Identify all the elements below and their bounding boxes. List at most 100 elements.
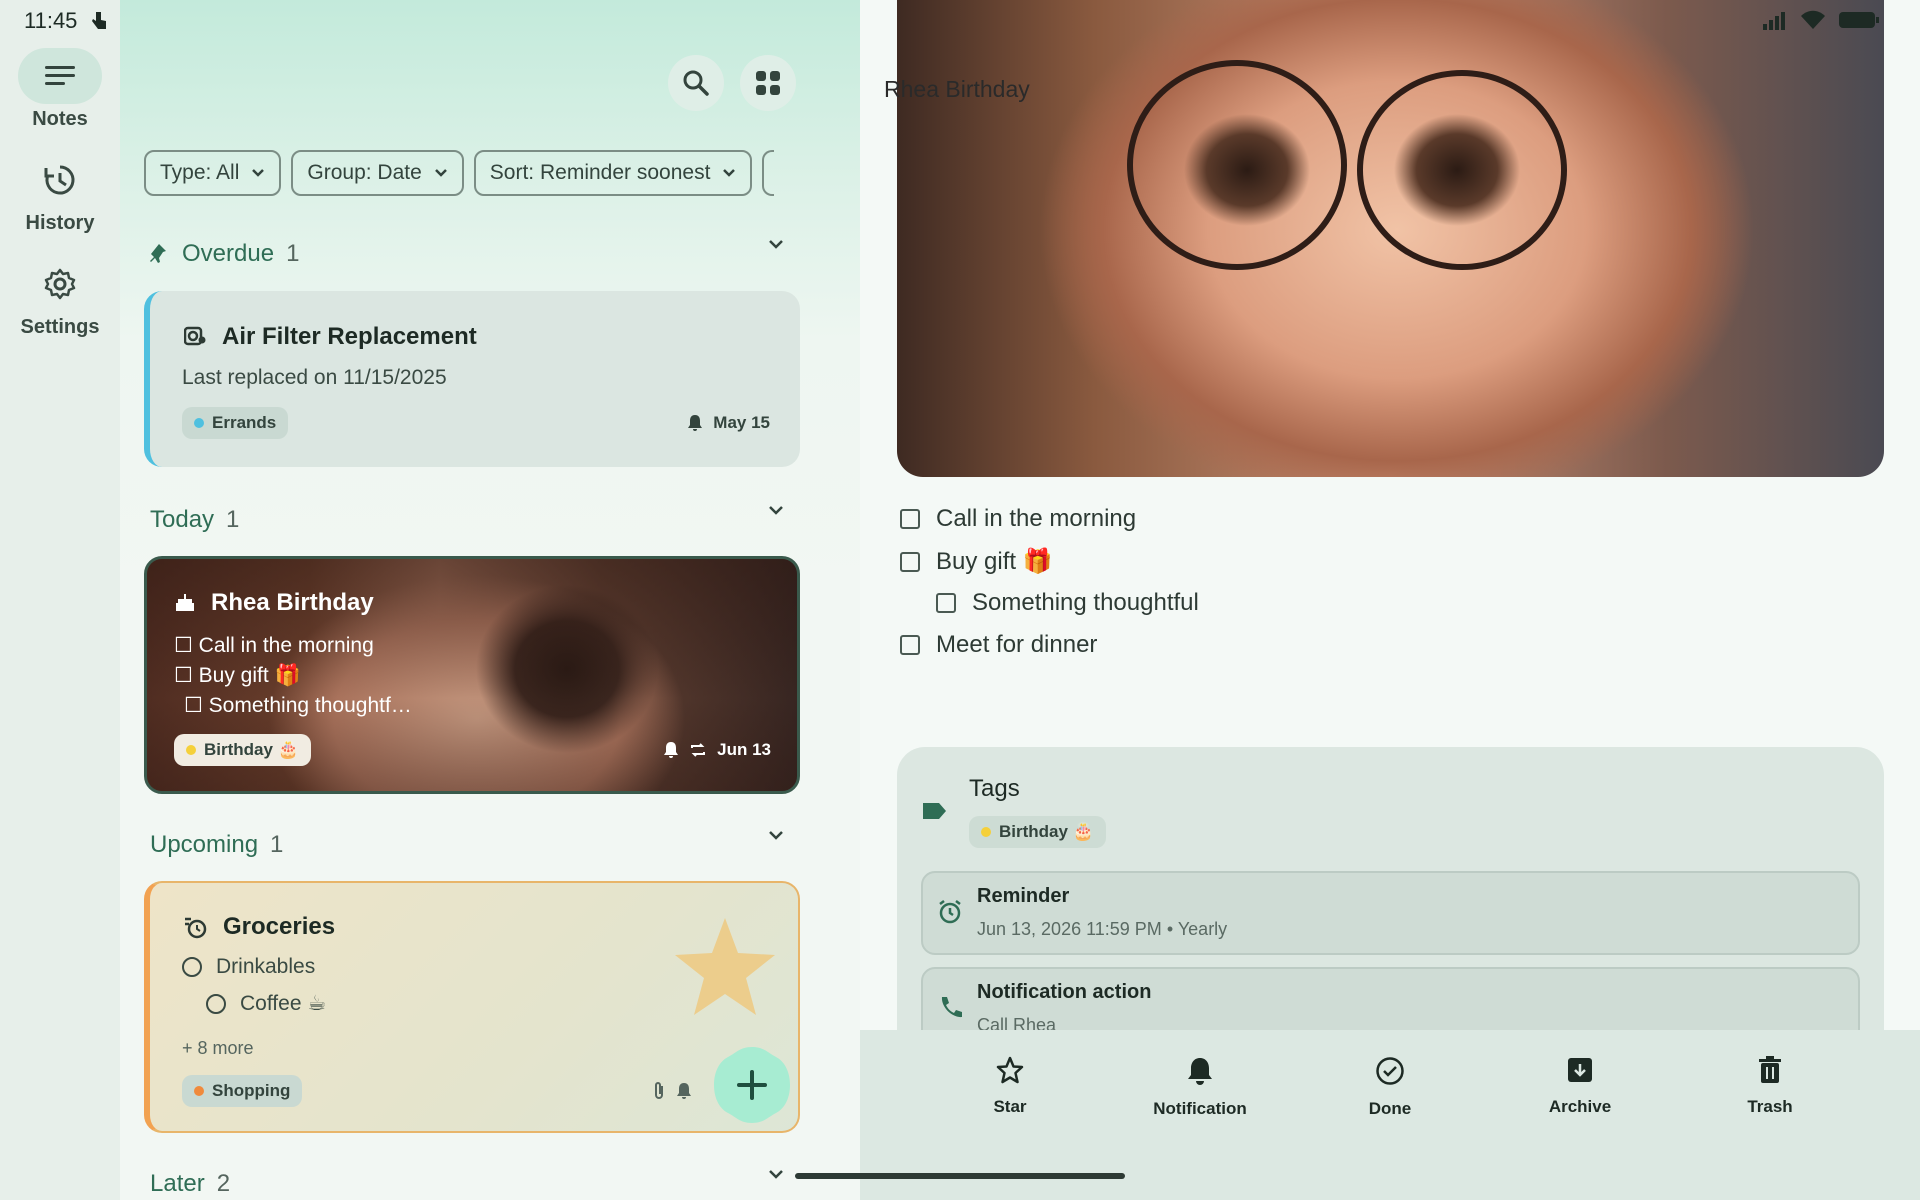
chevron-down-icon [769,240,783,249]
plus-icon [714,1047,790,1123]
card-title: Groceries [223,913,336,940]
section-count-today: 1 [226,506,240,533]
checkbox[interactable] [900,551,920,572]
card-reminder-meta: May 15 [687,413,770,433]
reminder-date: May 15 [713,413,770,432]
section-count-upcoming: 1 [270,831,284,858]
status-icons [1762,10,1880,30]
section-header-later[interactable]: Later 2 [150,1164,790,1200]
gear-icon [18,256,102,312]
nav-item-notes[interactable]: Notes [0,48,120,131]
note-card-groceries[interactable]: Groceries Drinkables Coffee ☕ + 8 more S… [144,881,800,1133]
search-button[interactable] [668,55,724,111]
checklist-item[interactable]: Meet for dinner [900,631,1097,659]
cake-icon [176,594,194,611]
archive-button[interactable]: Archive [1515,1056,1645,1117]
star-button[interactable]: Star [945,1056,1075,1117]
bell-icon [1188,1058,1212,1085]
trash-icon [1759,1056,1781,1083]
group-filter-label: Group: Date [307,161,422,184]
section-header-upcoming[interactable]: Upcoming 1 [150,825,790,865]
grid-view-icon [756,71,780,95]
more-items-label: + 8 more [182,1038,254,1058]
layout-toggle-button[interactable] [740,55,796,111]
checklist-preview-item: Coffee ☕ [206,991,326,1016]
sort-filter-chip[interactable]: Sort: Reminder soonest [473,150,753,196]
checklist-item-text: Call in the morning [936,505,1137,532]
card-title: Rhea Birthday [211,589,374,616]
nav-label-notes: Notes [32,108,88,130]
checklist-preview-item: ☐ Something thoughtf… [184,694,412,717]
nav-item-history[interactable]: History [0,152,120,235]
checklist-preview-item: ☐ Call in the morning [174,634,374,657]
tag-color-dot [194,1086,204,1096]
checklist-item[interactable]: Something thoughtful [936,589,1199,617]
checkbox[interactable] [900,635,920,655]
add-note-button[interactable] [712,1045,792,1125]
nav-label-settings: Settings [20,316,100,338]
note-card-rhea-birthday[interactable]: Rhea Birthday ☐ Call in the morning ☐ Bu… [144,556,800,794]
card-body: Last replaced on 11/15/2025 [182,366,447,389]
done-label: Done [1368,1099,1412,1118]
hero-image-detail [1127,60,1347,270]
nav-label-history: History [25,212,95,234]
checklist-item[interactable]: Buy gift 🎁 [900,547,1053,576]
chevron-down-icon [434,169,447,177]
tag-label: Birthday 🎂 [999,822,1094,841]
repeat-icon [691,743,706,757]
trash-button[interactable]: Trash [1705,1056,1835,1117]
nav-rail: 11:45 Notes History Settings [0,0,120,1200]
section-label-overdue: Overdue [182,240,275,267]
notes-list-pane: Type: All Group: Date Sort: Reminder soo… [120,0,860,1200]
signal-icon [1763,12,1785,30]
archive-icon [1568,1058,1592,1082]
tags-heading: Tags [969,775,1020,802]
done-button[interactable]: Done [1325,1056,1455,1119]
section-header-today[interactable]: Today 1 [150,500,790,540]
tag-color-dot [981,827,991,837]
section-header-overdue[interactable]: Overdue 1 [150,234,790,274]
checkbox[interactable] [936,593,956,613]
filter-chips: Type: All Group: Date Sort: Reminder soo… [144,150,775,198]
checklist-item-text: Something thoughtful [972,589,1199,616]
tag-label: Errands [212,413,277,432]
status-time: 11:45 [24,8,78,33]
checklist-preview-item: Drinkables [182,955,315,979]
search-icon [683,70,709,96]
checkbox-circle-icon [206,993,226,1014]
card-reminder-meta: Jun 13 [663,740,771,760]
checklist-item[interactable]: Call in the morning [900,505,1136,533]
checklist-preview-item: ☐ Buy gift 🎁 [174,664,301,687]
card-title: Air Filter Replacement [222,323,477,350]
group-filter-chip[interactable]: Group: Date [291,150,464,196]
tag-chip-errands: Errands [182,407,289,439]
checkbox[interactable] [900,509,920,529]
pin-icon [150,244,166,263]
sort-filter-label: Sort: Reminder soonest [489,161,711,184]
nav-item-settings[interactable]: Settings [0,256,120,339]
archive-label: Archive [1548,1097,1612,1116]
reminder-row[interactable]: Reminder Jun 13, 2026 11:59 PM • Yearly [921,871,1860,955]
type-filter-chip[interactable]: Type: All [144,150,282,196]
notes-icon [18,48,102,104]
chevron-down-icon [769,1170,783,1179]
checklist-item-text: Buy gift 🎁 [936,548,1053,575]
bell-icon [688,415,703,431]
note-title[interactable]: Rhea Birthday [884,76,1030,103]
hero-image-detail [1357,70,1567,270]
notification-button[interactable]: Notification [1135,1056,1265,1119]
note-hero-image [897,0,1884,477]
alarm-icon [939,900,961,924]
chevron-down-icon [723,169,736,177]
reminder-repeat: Yearly [1177,919,1228,939]
phone-icon [941,997,962,1018]
home-indicator[interactable] [795,1173,1125,1179]
section-label-today: Today [150,506,215,533]
note-card-air-filter[interactable]: Air Filter Replacement Last replaced on … [144,291,800,467]
reminder-label: Reminder [977,885,1070,907]
star-label: Star [993,1097,1027,1116]
section-label-later: Later [150,1170,205,1197]
tag-chip-birthday[interactable]: Birthday 🎂 [969,816,1106,848]
more-filter-chip[interactable] [762,150,775,196]
tag-label: Birthday 🎂 [204,740,299,759]
